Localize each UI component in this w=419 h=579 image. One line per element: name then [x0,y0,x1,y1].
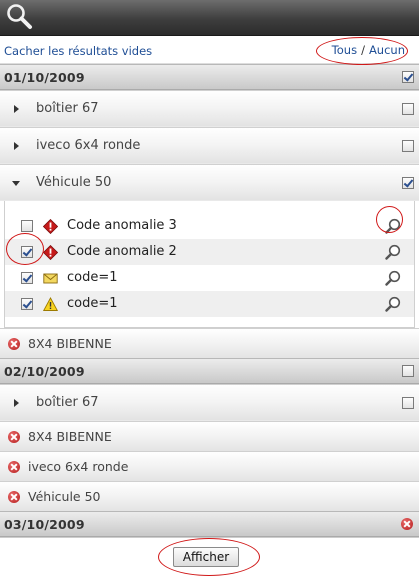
alert-icon [43,245,58,260]
vehicle-group-label: boîtier 67 [36,101,99,116]
date-label: 02/10/2009 [4,364,85,379]
event-row[interactable]: Code anomalie 3 [5,213,414,239]
filter-toolbar: Cacher les résultats vides Tous / Aucun [0,36,419,64]
event-checkbox[interactable] [21,220,33,232]
unavailable-vehicle-row: Véhicule 50 [0,481,419,511]
date-checkbox[interactable] [402,71,414,83]
error-icon [8,461,20,473]
zoom-icon[interactable] [385,270,401,286]
date-checkbox[interactable] [402,365,414,377]
hide-empty-results-link[interactable]: Cacher les résultats vides [4,44,152,58]
event-label: Code anomalie 2 [67,244,177,259]
event-label: code=1 [67,296,118,311]
vehicle-group-checkbox[interactable] [402,177,414,189]
event-checkbox[interactable] [21,246,33,258]
vehicle-group-checkbox[interactable] [402,397,414,409]
vehicle-group-checkbox[interactable] [402,140,414,152]
error-icon [8,338,20,350]
unavailable-vehicle-label: Véhicule 50 [28,489,101,504]
vehicle-group-label: Véhicule 50 [36,175,112,190]
unavailable-vehicle-row: 8X4 BIBENNE [0,328,419,358]
error-icon [8,491,20,503]
unavailable-vehicle-row: 8X4 BIBENNE [0,421,419,451]
date-label: 01/10/2009 [4,70,85,85]
collapse-arrow-icon[interactable] [12,181,20,186]
select-all-link[interactable]: Tous [332,43,357,57]
event-checkbox[interactable] [21,272,33,284]
unavailable-vehicle-label: iveco 6x4 ronde [28,459,129,474]
expand-arrow-icon[interactable] [14,399,19,407]
unavailable-vehicle-label: 8X4 BIBENNE [28,429,112,444]
unavailable-vehicle-row: iveco 6x4 ronde [0,451,419,481]
event-label: Code anomalie 3 [67,218,177,233]
vehicle-group-label: boîtier 67 [36,395,99,410]
vehicle-group[interactable]: boîtier 67 [0,384,419,421]
link-separator: / [361,43,365,57]
expand-arrow-icon[interactable] [14,105,19,113]
top-bar [0,0,419,36]
zoom-icon[interactable] [385,218,401,234]
date-header[interactable]: 03/10/2009 [0,511,419,537]
alert-icon [43,219,58,234]
event-list: Code anomalie 3 Code anomalie 2 code=1 c… [4,201,415,328]
event-row[interactable]: code=1 [5,265,414,291]
date-label: 03/10/2009 [4,517,85,532]
expand-arrow-icon[interactable] [14,142,19,150]
select-none-link[interactable]: Aucun [369,43,405,57]
zoom-icon[interactable] [385,296,401,312]
vehicle-group-label: iveco 6x4 ronde [36,138,141,153]
search-icon[interactable] [4,2,34,32]
vehicle-group[interactable]: Véhicule 50 [0,164,419,201]
zoom-icon[interactable] [385,244,401,260]
error-icon [401,518,413,530]
date-header[interactable]: 01/10/2009 [0,64,419,90]
event-row[interactable]: Code anomalie 2 [5,239,414,265]
event-checkbox[interactable] [21,298,33,310]
vehicle-group[interactable]: iveco 6x4 ronde [0,127,419,164]
select-links: Tous / Aucun [332,43,405,57]
vehicle-group-checkbox[interactable] [402,103,414,115]
show-button[interactable]: Afficher [173,547,239,567]
vehicle-group[interactable]: boîtier 67 [0,90,419,127]
event-label: code=1 [67,270,118,285]
event-row[interactable]: code=1 [5,291,414,317]
warning-icon [43,297,58,311]
date-header[interactable]: 02/10/2009 [0,358,419,384]
envelope-icon [43,273,58,284]
footer: Afficher [0,537,419,577]
error-icon [8,431,20,443]
unavailable-vehicle-label: 8X4 BIBENNE [28,336,112,351]
